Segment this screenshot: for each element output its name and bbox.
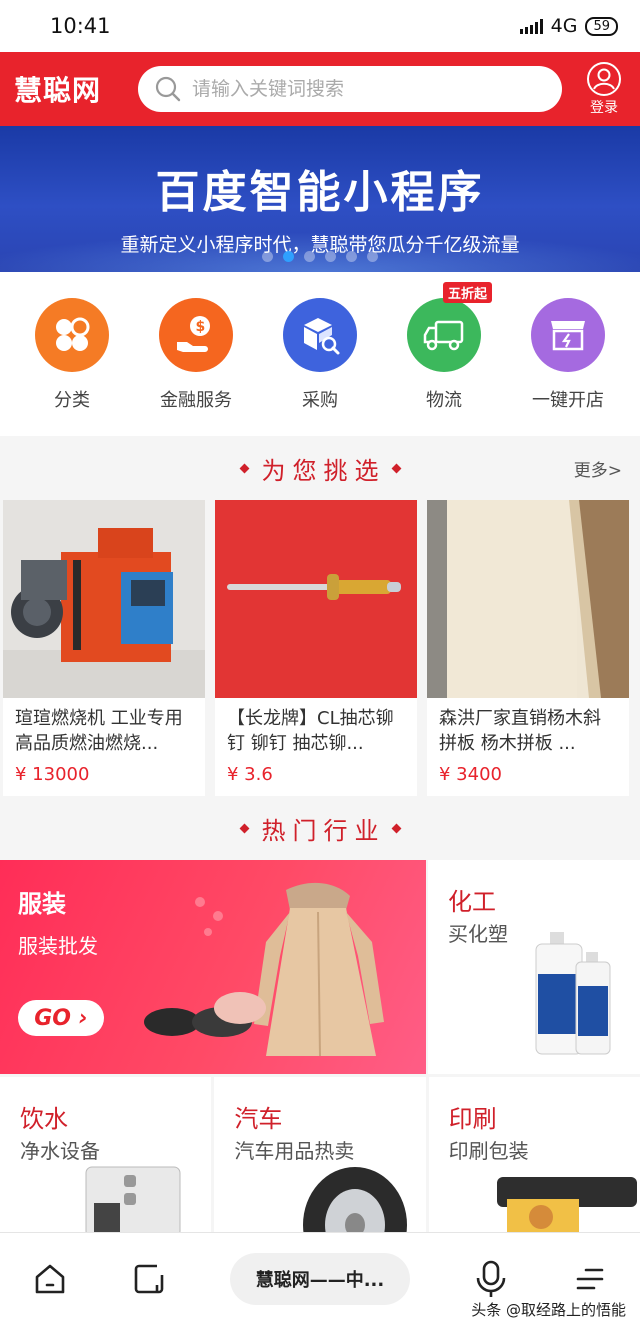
industry-name: 化工 (448, 888, 496, 916)
banner-dot[interactable] (346, 251, 357, 262)
product-name: 瑄瑄燃烧机 工业专用高品质燃油燃烧... (15, 708, 183, 754)
banner-dot[interactable] (304, 251, 315, 262)
category-label: 采购 (302, 390, 338, 411)
product-image-burner (3, 500, 205, 698)
printer-illustration (496, 1177, 637, 1237)
app-screen: 10:41 4G 59 慧聪网 登录 百度智能小程序 重新定义小程序时代，慧聪带… (0, 0, 640, 1332)
category-label: 金融服务 (160, 390, 232, 411)
category-item-classify[interactable]: 分类 (17, 298, 127, 436)
product-price: ¥ 3400 (439, 764, 502, 785)
category-grid: 分类 $ 金融服务 采购 五折起 物流 一键开店 (0, 272, 640, 436)
login-button[interactable]: 登录 (582, 61, 626, 117)
industry-sub: 印刷包装 (448, 1139, 529, 1163)
shop-icon (531, 298, 605, 372)
banner-dot[interactable] (367, 251, 378, 262)
menu-icon[interactable] (572, 1261, 608, 1297)
industry-card-water[interactable]: 饮水 净水设备 (0, 1077, 212, 1237)
industry-sub: 汽车用品热卖 (234, 1139, 355, 1163)
banner-dot[interactable] (283, 251, 294, 262)
category-item-logistics[interactable]: 五折起 物流 (389, 282, 499, 436)
industry-bottom-row: 饮水 净水设备 汽车 汽车用品热卖 印刷 印刷包装 (0, 1077, 640, 1237)
product-card[interactable]: 瑄瑄燃烧机 工业专用高品质燃油燃烧... ¥ 13000 (3, 500, 205, 796)
more-link[interactable]: 更多> (574, 456, 622, 481)
water-dispenser-illustration (85, 1166, 181, 1237)
product-list: 瑄瑄燃烧机 工业专用高品质燃油燃烧... ¥ 13000 【长龙牌】CL抽芯铆钉… (0, 500, 640, 796)
current-tab-title[interactable]: 慧聪网——中... (229, 1252, 410, 1305)
category-item-purchase[interactable]: 采购 (265, 298, 375, 436)
industry-card-auto[interactable]: 汽车 汽车用品热卖 (214, 1077, 426, 1237)
search-input[interactable] (192, 78, 512, 100)
login-label: 登录 (590, 100, 618, 116)
tire-illustration (303, 1167, 408, 1237)
status-bar: 10:41 4G 59 (0, 0, 640, 52)
bottom-toolbar: 慧聪网——中... 头条 @取经路上的悟能 (0, 1232, 640, 1332)
truck-icon (407, 298, 481, 372)
section-title: 热门行业 (261, 816, 386, 845)
watermark: 头条 @取经路上的悟能 (471, 1301, 626, 1319)
user-icon (587, 62, 621, 96)
recommend-section-header: 为您挑选 更多> (0, 436, 640, 500)
banner-dot[interactable] (262, 251, 273, 262)
battery-icon: 59 (585, 16, 618, 36)
clover-icon (35, 298, 109, 372)
bottle-illustration (535, 932, 611, 1055)
product-image-board (427, 500, 629, 698)
search-bar[interactable] (138, 66, 562, 112)
industry-sub: 买化塑 (448, 922, 508, 946)
discount-badge: 五折起 (443, 282, 493, 303)
industry-card-apparel[interactable]: 服装 服装批发 GO › (0, 860, 426, 1074)
microphone-icon[interactable] (473, 1259, 509, 1299)
product-name: 森洪厂家直销杨木斜拼板 杨木拼板 ... (439, 708, 601, 754)
category-item-finance[interactable]: $ 金融服务 (141, 298, 251, 436)
money-hand-icon: $ (159, 298, 233, 372)
industry-sub: 服装批发 (18, 934, 98, 958)
signal-icon (519, 18, 543, 34)
industry-name: 饮水 (20, 1105, 68, 1133)
industry-card-printing[interactable]: 印刷 印刷包装 (428, 1077, 640, 1237)
banner-pagination[interactable] (0, 251, 640, 262)
industry-top-row: 服装 服装批发 GO › 化工 买化塑 (0, 860, 640, 1074)
home-icon[interactable] (32, 1261, 68, 1297)
product-name: 【长龙牌】CL抽芯铆钉 铆钉 抽芯铆... (227, 708, 394, 754)
industry-card-chemical[interactable]: 化工 买化塑 (428, 860, 640, 1074)
svg-text:$: $ (196, 319, 206, 335)
product-image-rivet (215, 500, 417, 698)
section-title: 为您挑选 (261, 456, 386, 485)
top-header: 慧聪网 登录 (0, 52, 640, 126)
category-label: 一键开店 (532, 390, 604, 411)
category-label: 分类 (54, 390, 90, 411)
promo-banner[interactable]: 百度智能小程序 重新定义小程序时代，慧聪带您瓜分千亿级流量 (0, 126, 640, 272)
product-price: ¥ 3.6 (227, 764, 273, 785)
industry-name: 印刷 (448, 1105, 497, 1133)
tabs-icon[interactable] (131, 1261, 167, 1297)
box-search-icon (283, 298, 357, 372)
product-price: ¥ 13000 (15, 764, 90, 785)
category-item-open-store[interactable]: 一键开店 (513, 298, 623, 436)
product-card[interactable]: 【长龙牌】CL抽芯铆钉 铆钉 抽芯铆... ¥ 3.6 (215, 500, 417, 796)
network-type: 4G (550, 15, 578, 37)
coat-illustration (144, 882, 384, 1057)
status-time: 10:41 (50, 14, 111, 38)
status-indicators: 4G 59 (519, 15, 618, 37)
industry-name: 服装 (18, 890, 66, 918)
category-label: 物流 (426, 390, 462, 411)
industry-sub: 净水设备 (20, 1139, 100, 1163)
banner-dot[interactable] (325, 251, 336, 262)
banner-title: 百度智能小程序 (155, 167, 485, 218)
go-button[interactable]: GO › (18, 1000, 104, 1036)
industry-name: 汽车 (234, 1105, 283, 1133)
search-icon (155, 76, 181, 102)
product-card[interactable]: 森洪厂家直销杨木斜拼板 杨木拼板 ... ¥ 3400 (427, 500, 629, 796)
site-logo[interactable]: 慧聪网 (14, 69, 138, 109)
industry-section-header: 热门行业 (0, 796, 640, 860)
